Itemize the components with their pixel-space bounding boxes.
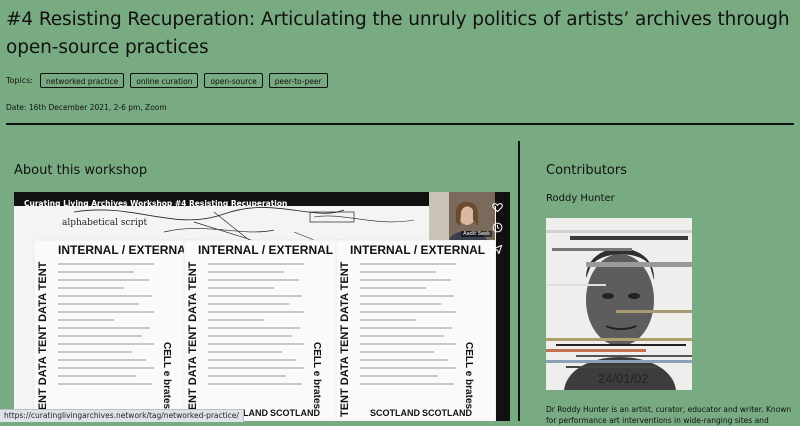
svg-text:CELL e brates: CELL e brates <box>311 342 322 409</box>
page-title: #4 Resisting Recuperation: Articulating … <box>6 9 790 58</box>
video-title: Curating Living Archives Workshop #4 Res… <box>24 199 288 208</box>
speaker-webcam: Aadit Seek <box>429 192 495 240</box>
video-player[interactable]: alphabetical script INTERNAL / EXTERNAL … <box>14 192 510 421</box>
share-button[interactable] <box>490 242 504 256</box>
topics-label: Topics: <box>6 76 33 85</box>
about-heading: About this workshop <box>14 163 148 178</box>
svg-text:INTERNAL / EXTERNAL: INTERNAL / EXTERNAL <box>350 243 485 257</box>
svg-text:CELL e brates: CELL e brates <box>463 342 474 409</box>
tag-peer-to-peer[interactable]: peer-to-peer <box>268 73 328 88</box>
topics-row: Topics: networked practice online curati… <box>6 72 328 89</box>
tag-open-source[interactable]: open-source <box>204 73 263 88</box>
svg-text:SCOTLAND: SCOTLAND <box>422 408 472 418</box>
speaker-label: Aadit Seek <box>461 231 492 237</box>
svg-text:TENT DATA TENT DATA TENT: TENT DATA TENT DATA TENT <box>339 261 351 417</box>
clock-icon <box>492 222 502 232</box>
contributor-photo[interactable]: 24/01/02 <box>546 218 692 390</box>
event-date: Date: 16th December 2021, 2-6 pm, Zoom <box>6 103 167 112</box>
svg-text:SCOTLAND: SCOTLAND <box>370 408 420 418</box>
tag-networked-practice[interactable]: networked practice <box>39 73 125 88</box>
watch-later-button[interactable] <box>490 220 504 234</box>
svg-text:INTERNAL / EXTERNAL: INTERNAL / EXTERNAL <box>58 243 193 257</box>
svg-text:INTERNAL / EXTERNAL: INTERNAL / EXTERNAL <box>198 243 333 257</box>
svg-text:TENT DATA TENT DATA TENT: TENT DATA TENT DATA TENT <box>37 261 49 417</box>
svg-text:TENT DATA TENT DATA TENT: TENT DATA TENT DATA TENT <box>187 261 199 417</box>
photo-caption: 24/01/02 <box>598 371 649 386</box>
script-label: alphabetical script <box>62 218 147 228</box>
contributors-heading: Contributors <box>546 163 627 178</box>
svg-text:CELL e brates: CELL e brates <box>161 342 172 409</box>
divider <box>6 123 794 125</box>
portrait-image: 24/01/02 <box>546 218 692 390</box>
like-button[interactable] <box>490 200 504 214</box>
tag-online-curation[interactable]: online curation <box>130 73 199 88</box>
column-divider <box>518 141 520 421</box>
svg-text:SCOTLAND: SCOTLAND <box>270 408 320 418</box>
status-bar-url: https://curatinglivingarchives.network/t… <box>0 409 244 422</box>
contributor-bio: Dr Roddy Hunter is an artist, curator, e… <box>546 404 792 425</box>
contributor-name[interactable]: Roddy Hunter <box>546 193 615 204</box>
share-icon <box>492 244 502 254</box>
heart-icon <box>491 202 503 212</box>
